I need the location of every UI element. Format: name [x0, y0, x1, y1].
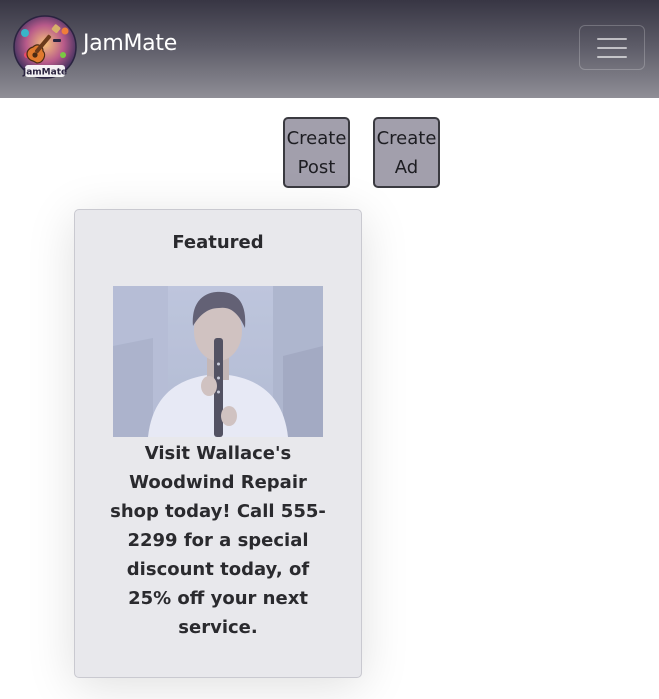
svg-text:JamMate: JamMate: [22, 68, 67, 78]
guitar-logo-icon[interactable]: JamMate: [13, 15, 77, 79]
featured-title: Featured: [172, 232, 264, 253]
brand-name[interactable]: JamMate: [83, 31, 177, 56]
hamburger-menu-icon: [597, 47, 627, 49]
hamburger-menu-button[interactable]: [579, 25, 645, 70]
create-post-button[interactable]: Create Post: [283, 117, 350, 188]
create-ad-button[interactable]: Create Ad: [373, 117, 440, 188]
hamburger-menu-icon: [597, 38, 627, 40]
clarinet-player-photo: [113, 286, 323, 437]
top-navbar: JamMate JamMate: [0, 0, 659, 98]
ad-description: Visit Wallace's Woodwind Repair shop tod…: [110, 443, 326, 638]
featured-ad-card: Featured Visit Wallace's Woodwind Repair…: [74, 209, 362, 678]
hamburger-menu-icon: [597, 56, 627, 58]
